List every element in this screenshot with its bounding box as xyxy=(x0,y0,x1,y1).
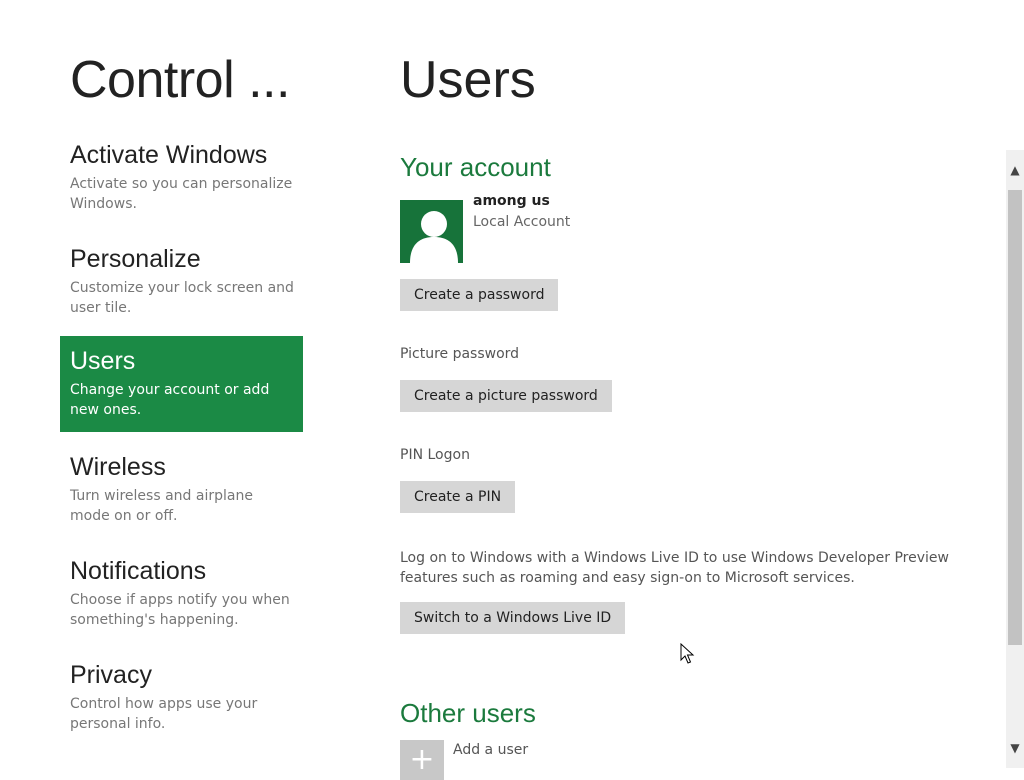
account-type: Local Account xyxy=(473,214,571,230)
account-name: among us xyxy=(473,193,550,209)
nav-item-notifications[interactable]: Notifications Choose if apps notify you … xyxy=(60,552,303,648)
other-users-heading: Other users xyxy=(400,698,536,728)
nav-item-title: Wireless xyxy=(70,453,166,481)
nav-item-privacy[interactable]: Privacy Control how apps use your person… xyxy=(60,656,303,752)
nav-item-title: Privacy xyxy=(70,661,152,689)
nav-item-title: Personalize xyxy=(70,245,201,273)
nav-item-personalize[interactable]: Personalize Customize your lock screen a… xyxy=(60,240,303,336)
switch-live-id-button[interactable]: Switch to a Windows Live ID xyxy=(400,602,626,634)
nav-item-wireless[interactable]: Wireless Turn wireless and airplane mode… xyxy=(60,448,303,544)
pin-logon-label: PIN Logon xyxy=(400,447,470,463)
live-id-description: Log on to Windows with a Windows Live ID… xyxy=(400,550,949,586)
page-title: Users xyxy=(400,51,536,109)
create-password-button[interactable]: Create a password xyxy=(400,279,559,311)
nav-item-users[interactable]: Users Change your account or add new one… xyxy=(60,336,303,432)
create-pin-button[interactable]: Create a PIN xyxy=(400,481,516,513)
nav-item-desc: Turn wireless and airplane mode on or of… xyxy=(70,488,253,524)
nav-item-title: Notifications xyxy=(70,557,207,585)
nav-item-title: Users xyxy=(70,347,136,375)
nav-title: Control ... xyxy=(70,51,290,109)
picture-password-label: Picture password xyxy=(400,346,520,362)
add-user-link[interactable]: Add a user xyxy=(453,742,528,758)
nav-item-activate-windows[interactable]: Activate Windows Activate so you can per… xyxy=(60,136,303,232)
nav-item-desc: Activate so you can personalize Windows. xyxy=(70,176,293,212)
user-silhouette-icon xyxy=(400,200,463,263)
chevron-up-icon[interactable]: ▲ xyxy=(1006,150,1024,190)
scrollbar-thumb[interactable] xyxy=(1008,190,1022,645)
nav-item-desc: Change your account or add new ones. xyxy=(70,382,270,418)
plus-icon[interactable]: + xyxy=(400,740,444,780)
nav-item-title: Activate Windows xyxy=(70,141,268,169)
nav-item-desc: Customize your lock screen and user tile… xyxy=(70,280,294,316)
chevron-down-icon[interactable]: ▼ xyxy=(1006,728,1024,768)
create-picture-password-button[interactable]: Create a picture password xyxy=(400,380,612,412)
mouse-pointer-icon xyxy=(680,642,696,665)
your-account-heading: Your account xyxy=(400,152,551,182)
nav-item-desc: Choose if apps notify you when something… xyxy=(70,592,290,628)
nav-item-desc: Control how apps use your personal info. xyxy=(70,696,258,732)
